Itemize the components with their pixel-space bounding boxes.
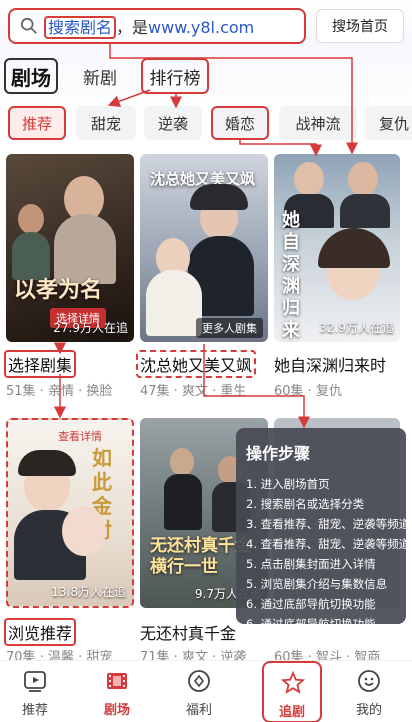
card-title[interactable]: 浏览推荐 <box>4 618 77 646</box>
step-item: 3. 查看推荐、甜宠、逆袭等频道 <box>246 517 411 531</box>
steps-list: 1. 进入剧场首页 2. 搜索剧名或选择分类 3. 查看推荐、甜宠、逆袭等频道 … <box>246 474 411 634</box>
step-item: 5. 点击剧集封面进入详情 <box>246 557 376 571</box>
step-item: 6. 通过底部导航切换功能 <box>246 597 376 611</box>
film-icon <box>107 673 127 689</box>
search-keyword-highlight: 搜索剧名 <box>44 16 117 39</box>
search-row: 搜索剧名 ，是www.y8l.com 搜场首页 <box>0 0 412 52</box>
search-placeholder: 搜索剧名 ，是www.y8l.com <box>44 14 255 39</box>
search-url: www.y8l.com <box>148 18 255 37</box>
poster-title-art: 以孝为名 <box>14 278 103 303</box>
steps-title: 操作步骤 <box>246 444 311 463</box>
tab-theater[interactable]: 剧场 <box>4 58 58 94</box>
poster-figure <box>164 474 202 530</box>
poster-figure <box>62 506 106 556</box>
nav-mine[interactable]: 我的 <box>334 661 404 722</box>
gift-circle-icon <box>188 670 210 692</box>
card-title[interactable]: 沈总她又美又飒 <box>136 350 257 378</box>
nav-label: 我的 <box>355 703 382 718</box>
search-input[interactable]: 搜索剧名 ，是www.y8l.com <box>8 8 306 44</box>
poster-figure <box>190 184 248 210</box>
nav-label: 推荐 <box>21 703 48 718</box>
card-title[interactable]: 她自深渊归来时 <box>274 352 386 376</box>
nav-welfare[interactable]: 福利 <box>164 661 234 722</box>
chip-romance[interactable]: 婚恋 <box>211 106 269 140</box>
step-item: 4. 查看推荐、甜宠、逆袭等频道 <box>246 537 411 551</box>
nav-follow[interactable]: 追剧 <box>262 661 322 722</box>
bottom-nav: 推荐 剧场 福利 追剧 我的 <box>0 660 412 722</box>
operation-steps-panel: 操作步骤 1. 进入剧场首页 2. 搜索剧名或选择分类 3. 查看推荐、甜宠、逆… <box>236 428 410 631</box>
poster-figure <box>348 162 378 196</box>
search-icon <box>20 17 37 34</box>
step-item: 6. 通过底部导航切换功能 <box>246 617 376 631</box>
poster-figure <box>340 194 390 228</box>
poster-figure <box>18 204 44 234</box>
card-meta: 47集 · 爽文 · 重生 <box>140 384 247 399</box>
tab-ranking[interactable]: 排行榜 <box>141 58 209 94</box>
step-item: 2. 搜索剧名或选择分类 <box>246 497 365 511</box>
card-title[interactable]: 选择剧集 <box>4 350 77 378</box>
star-icon <box>281 671 305 694</box>
poster-views: 13.8万人在追 <box>51 585 126 599</box>
smile-icon <box>358 670 380 692</box>
chip-recommend[interactable]: 推荐 <box>8 106 66 140</box>
poster-figure <box>170 448 194 476</box>
poster-badge: 查看详情 <box>58 430 102 443</box>
step-item: 5. 浏览剧集介绍与集数信息 <box>246 577 388 591</box>
card-meta: 51集 · 亲情 · 换脸 <box>6 384 113 399</box>
nav-label: 福利 <box>185 703 212 718</box>
poster-figure <box>318 228 390 268</box>
chip-revenge[interactable]: 复仇 <box>365 106 412 140</box>
step-item: 1. 进入剧场首页 <box>246 477 330 491</box>
nav-recommend[interactable]: 推荐 <box>0 661 70 722</box>
card-title[interactable]: 无还村真千金 <box>140 620 236 644</box>
card-meta: 60集 · 复仇 <box>274 384 342 399</box>
arrow-romance-to-card <box>239 138 322 157</box>
chip-war-god[interactable]: 战神流 <box>279 106 357 140</box>
top-tabs: 剧场 新剧 排行榜 <box>0 58 412 96</box>
drama-card-poster[interactable]: 以孝为名 选择详情 27.9万人在追 <box>6 154 134 342</box>
poster-views: 27.9万人在追 <box>53 321 128 335</box>
poster-views: 32.9万人在追 <box>319 321 394 335</box>
poster-badge: 更多人剧集 <box>196 318 263 338</box>
poster-title-art: 她自深渊归来时 <box>282 210 300 341</box>
poster-figure <box>18 450 76 476</box>
play-square-icon <box>24 671 46 692</box>
poster-figure <box>294 162 324 196</box>
poster-figure <box>146 270 202 336</box>
chip-comeback[interactable]: 逆袭 <box>144 106 202 140</box>
chip-sweet[interactable]: 甜宠 <box>76 106 136 140</box>
nav-label: 剧场 <box>103 703 130 718</box>
drama-card-poster[interactable]: 沈总她又美又飒 更多人剧集 <box>140 154 268 342</box>
tab-new[interactable]: 新剧 <box>76 58 124 94</box>
drama-card-poster[interactable]: 她自深渊归来时 32.9万人在追 <box>274 154 400 342</box>
category-chips: 推荐 甜宠 逆袭 婚恋 战神流 复仇 <box>0 106 412 140</box>
search-separator: ，是 <box>116 18 149 37</box>
nav-theater[interactable]: 剧场 <box>82 661 152 722</box>
drama-card-poster[interactable]: 查看详情 如此金对 13.8万人在追 <box>6 418 134 608</box>
nav-label: 追剧 <box>278 705 305 720</box>
search-home-button[interactable]: 搜场首页 <box>316 9 404 43</box>
